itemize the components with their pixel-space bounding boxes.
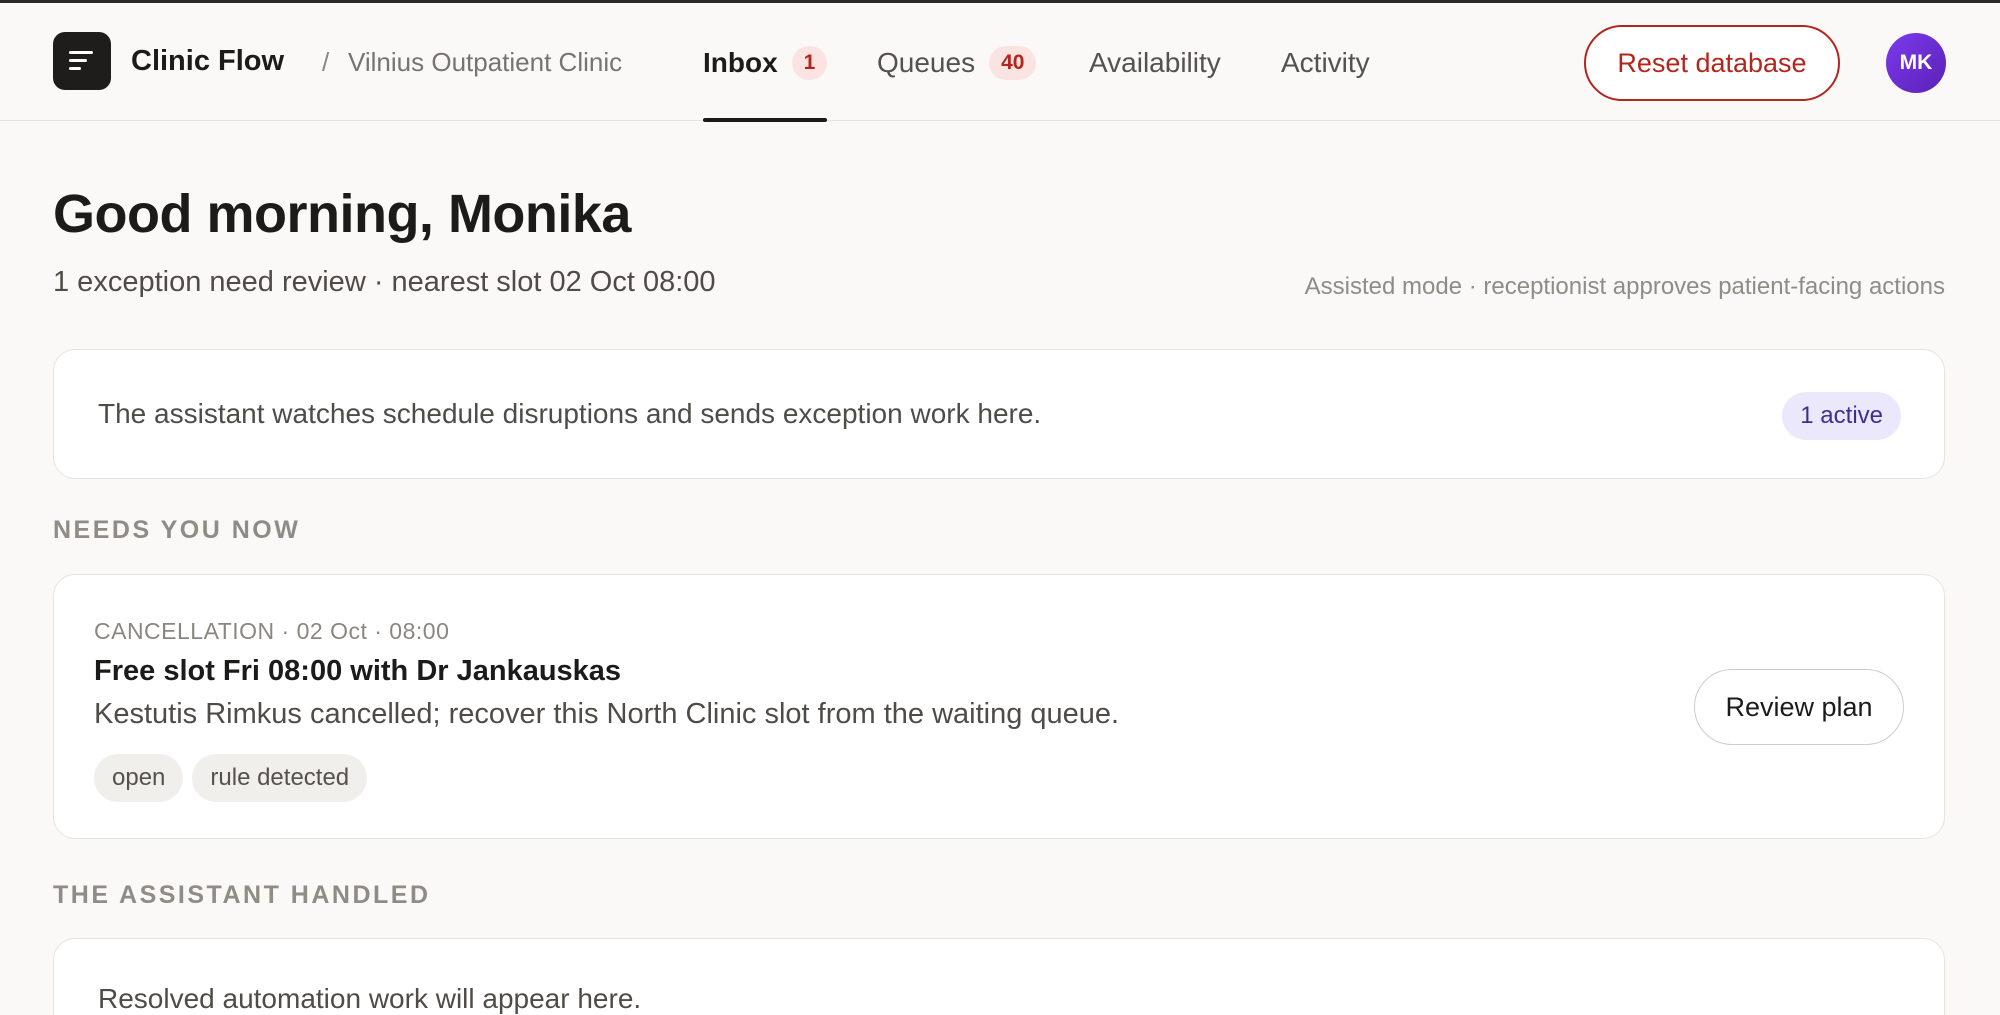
reset-database-button[interactable]: Reset database [1584, 25, 1840, 101]
assisted-mode-note: Assisted mode · receptionist approves pa… [1304, 273, 1945, 300]
queues-count-badge: 40 [989, 46, 1037, 80]
tag-rule-detected: rule detected [192, 754, 368, 802]
inbox-count-badge: 1 [791, 46, 828, 80]
app-logo[interactable] [53, 32, 111, 90]
app-name[interactable]: Clinic Flow [131, 45, 284, 78]
tab-activity[interactable]: Activity [1281, 45, 1370, 81]
exception-card[interactable]: CANCELLATION · 02 Oct · 08:00 Free slot … [53, 574, 1945, 839]
tab-inbox-label: Inbox [703, 47, 778, 78]
handled-empty-text: Resolved automation work will appear her… [98, 983, 642, 1014]
assistant-info-text: The assistant watches schedule disruptio… [98, 398, 1042, 429]
exception-tags: open rule detected [94, 754, 368, 802]
assistant-handled-heading: THE ASSISTANT HANDLED [53, 881, 431, 909]
tag-open: open [94, 754, 184, 802]
tab-inbox[interactable]: Inbox 1 [703, 45, 828, 81]
exception-title: Free slot Fri 08:00 with Dr Jankauskas [94, 655, 622, 687]
avatar[interactable]: MK [1886, 33, 1946, 93]
tab-queues[interactable]: Queues 40 [877, 45, 1037, 81]
exception-description: Kestutis Rimkus cancelled; recover this … [94, 698, 1120, 730]
review-plan-button[interactable]: Review plan [1694, 669, 1904, 745]
breadcrumb-separator: / [322, 47, 330, 77]
tab-availability[interactable]: Availability [1089, 45, 1221, 81]
needs-you-now-heading: NEEDS YOU NOW [53, 516, 301, 544]
tab-queues-label: Queues [877, 47, 976, 78]
tab-availability-label: Availability [1089, 47, 1221, 78]
handled-card: Resolved automation work will appear her… [53, 938, 1945, 1015]
breadcrumb-clinic[interactable]: Vilnius Outpatient Clinic [348, 47, 622, 78]
assistant-info-card: The assistant watches schedule disruptio… [53, 349, 1945, 479]
top-header: Clinic Flow / Vilnius Outpatient Clinic … [0, 3, 2000, 122]
status-badge: 1 active [1782, 392, 1901, 440]
exception-meta: CANCELLATION · 02 Oct · 08:00 [94, 618, 450, 644]
menu-lines-icon [69, 51, 93, 70]
page-title: Good morning, Monika [53, 184, 631, 244]
active-tab-indicator [703, 118, 827, 122]
tab-activity-label: Activity [1281, 47, 1370, 78]
page-subtitle: 1 exception need review · nearest slot 0… [53, 266, 716, 298]
